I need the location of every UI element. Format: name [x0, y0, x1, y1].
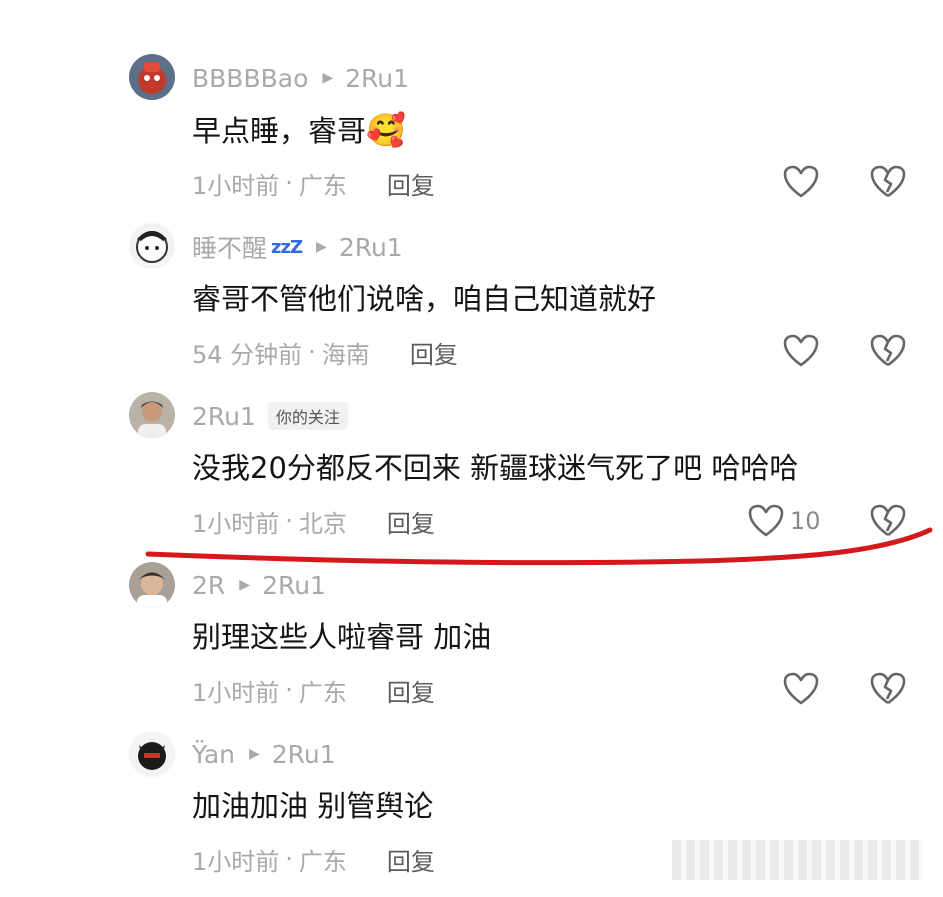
- comment-footer: 1小时前 · 广东 回复: [192, 166, 435, 200]
- like-button[interactable]: [783, 672, 819, 706]
- comment-header: 2Ru1 你的关注: [192, 399, 348, 433]
- like-count: 10: [790, 507, 821, 535]
- username[interactable]: BBBBBao: [192, 64, 308, 93]
- comment-header: Ÿan ▶ 2Ru1: [192, 737, 336, 771]
- location: 广东: [298, 678, 347, 707]
- following-badge: 你的关注: [267, 402, 348, 430]
- reply-to-username[interactable]: 2Ru1: [272, 740, 336, 769]
- avatar[interactable]: [129, 562, 175, 608]
- dislike-button[interactable]: [870, 672, 906, 710]
- avatar[interactable]: [129, 223, 175, 269]
- dislike-button[interactable]: [870, 504, 906, 542]
- reply-button[interactable]: 回复: [387, 673, 435, 708]
- broken-heart-icon: [870, 672, 906, 705]
- reply-to-username[interactable]: 2Ru1: [345, 64, 409, 93]
- sleep-zzz-icon: zzZ: [271, 236, 303, 258]
- reply-button[interactable]: 回复: [387, 504, 435, 539]
- reply-button[interactable]: 回复: [410, 335, 458, 370]
- comment-text: 别理这些人啦睿哥 加油: [192, 620, 492, 654]
- reply-to-username[interactable]: 2Ru1: [339, 233, 403, 262]
- timestamp: 1小时前: [192, 171, 280, 200]
- heart-outline-icon: [748, 504, 784, 537]
- comment-text: 早点睡，睿哥🥰: [192, 110, 406, 150]
- timestamp: 54 分钟前: [192, 340, 303, 369]
- broken-heart-icon: [870, 504, 906, 537]
- reply-button[interactable]: 回复: [387, 166, 435, 201]
- location: 广东: [298, 847, 347, 876]
- username[interactable]: 2Ru1: [192, 402, 256, 431]
- triangle-right-icon: ▶: [316, 239, 327, 255]
- heart-outline-icon: [783, 165, 819, 198]
- broken-heart-icon: [870, 165, 906, 198]
- separator: ·: [285, 845, 293, 873]
- like-button[interactable]: [783, 165, 819, 199]
- location: 海南: [321, 340, 370, 369]
- comment-header: 2R ▶ 2Ru1: [192, 568, 326, 602]
- username[interactable]: Ÿan: [192, 740, 235, 769]
- separator: ·: [285, 169, 293, 197]
- heart-outline-icon: [783, 334, 819, 367]
- triangle-right-icon: ▶: [249, 746, 260, 762]
- like-button[interactable]: 10: [748, 504, 821, 538]
- comment-footer: 54 分钟前 · 海南 回复: [192, 335, 458, 369]
- separator: ·: [285, 507, 293, 535]
- comment-text: 加油加油 别管舆论: [192, 789, 434, 823]
- broken-heart-icon: [870, 334, 906, 367]
- separator: ·: [285, 676, 293, 704]
- avatar[interactable]: [129, 392, 175, 438]
- comment-header: BBBBBao ▶ 2Ru1: [192, 61, 409, 95]
- location: 北京: [298, 509, 347, 538]
- username[interactable]: 2R: [192, 571, 225, 600]
- comment-footer: 1小时前 · 北京 回复: [192, 504, 435, 538]
- timestamp: 1小时前: [192, 847, 280, 876]
- comment-footer: 1小时前 · 广东 回复: [192, 673, 435, 707]
- reply-button[interactable]: 回复: [387, 842, 435, 877]
- comment-text: 睿哥不管他们说啥，咱自己知道就好: [192, 282, 657, 316]
- dislike-button[interactable]: [870, 334, 906, 372]
- triangle-right-icon: ▶: [239, 577, 251, 593]
- separator: ·: [308, 338, 316, 366]
- emoji-icon: 🥰: [366, 111, 406, 149]
- comment-header: 睡不醒 zzZ ▶ 2Ru1: [192, 230, 403, 264]
- like-button[interactable]: [783, 334, 819, 368]
- avatar[interactable]: [129, 731, 175, 777]
- timestamp: 1小时前: [192, 509, 280, 538]
- reply-to-username[interactable]: 2Ru1: [262, 571, 326, 600]
- triangle-right-icon: ▶: [322, 70, 334, 86]
- comment-footer: 1小时前 · 广东 回复: [192, 842, 435, 876]
- avatar[interactable]: [129, 54, 175, 100]
- comment-body: 早点睡，睿哥: [192, 114, 367, 148]
- heart-outline-icon: [783, 672, 819, 705]
- location: 广东: [298, 171, 347, 200]
- watermark: [672, 840, 922, 880]
- comment-text: 没我20分都反不回来 新疆球迷气死了吧 哈哈哈: [192, 451, 799, 485]
- timestamp: 1小时前: [192, 678, 280, 707]
- username[interactable]: 睡不醒: [192, 229, 267, 265]
- dislike-button[interactable]: [870, 165, 906, 203]
